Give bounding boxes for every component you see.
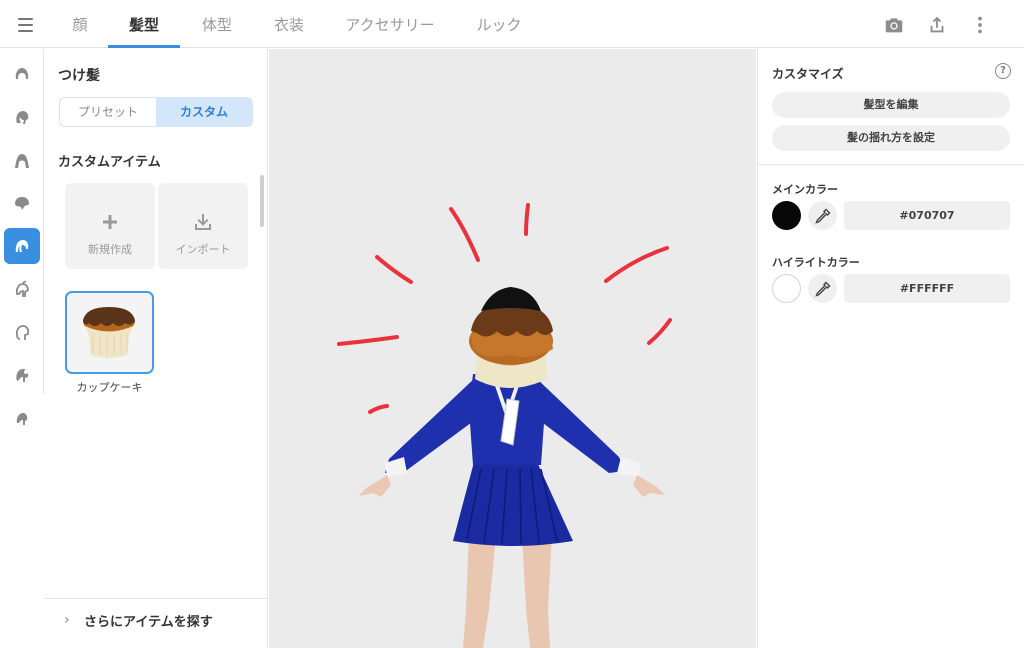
main-color-swatch[interactable] xyxy=(772,201,801,230)
highlight-color-eyedropper-icon[interactable] xyxy=(808,274,837,303)
tab-outfit[interactable]: 衣装 xyxy=(266,0,312,48)
plus-icon xyxy=(103,215,117,229)
hair-accessory-icon[interactable] xyxy=(4,357,40,393)
section-title: カスタムアイテム xyxy=(58,155,161,170)
hair-front-icon[interactable] xyxy=(4,56,40,92)
help-icon[interactable]: ? xyxy=(995,63,1011,79)
main-color-eyedropper-icon[interactable] xyxy=(808,201,837,230)
more-vertical-icon[interactable] xyxy=(969,14,991,36)
highlight-color-hex[interactable]: #FFFFFF xyxy=(844,274,1010,303)
edit-hairstyle-button[interactable]: 髪型を編集 xyxy=(772,92,1010,118)
new-item-button[interactable]: 新規作成 xyxy=(65,183,155,269)
highlight-color-label: ハイライトカラー xyxy=(772,256,860,269)
category-icon-bar xyxy=(0,49,44,425)
top-bar: 顔 髪型 体型 衣装 アクセサリー ルック xyxy=(0,0,1024,48)
divider xyxy=(758,164,1024,165)
cupcake-item-label: カップケーキ xyxy=(76,381,143,394)
scrollbar-thumb[interactable] xyxy=(260,175,264,227)
tab-hairstyle[interactable]: 髪型 xyxy=(108,0,180,48)
download-icon xyxy=(195,214,211,230)
hair-extension-icon[interactable] xyxy=(4,228,40,264)
main-color-label: メインカラー xyxy=(772,183,838,196)
cupcake-image xyxy=(83,307,135,358)
tab-look[interactable]: ルック xyxy=(470,0,528,48)
main-color-hex[interactable]: #070707 xyxy=(844,201,1010,230)
hair-long-icon[interactable] xyxy=(4,142,40,178)
find-more-items-button[interactable]: › さらにアイテムを探す xyxy=(44,598,268,648)
avatar-preview xyxy=(337,203,672,648)
avatar-viewport[interactable] xyxy=(269,49,756,648)
share-icon[interactable] xyxy=(926,14,948,36)
hair-side-icon[interactable] xyxy=(4,99,40,135)
customize-panel: カスタマイズ ? 髪型を編集 髪の揺れ方を設定 メインカラー #070707 ハ… xyxy=(757,49,1024,648)
import-label: インポート xyxy=(175,243,231,256)
cupcake-item-thumbnail[interactable] xyxy=(65,291,154,374)
find-more-label: さらにアイテムを探す xyxy=(84,615,213,630)
preset-custom-toggle: プリセット カスタム xyxy=(59,97,253,127)
hair-back-icon[interactable] xyxy=(4,185,40,221)
import-button[interactable]: インポート xyxy=(158,183,248,269)
customize-title: カスタマイズ xyxy=(772,67,844,81)
tab-accessory[interactable]: アクセサリー xyxy=(340,0,440,48)
hair-other-icon[interactable] xyxy=(4,400,40,436)
tab-face[interactable]: 顔 xyxy=(60,0,100,48)
segment-custom[interactable]: カスタム xyxy=(156,98,252,126)
hair-sway-settings-button[interactable]: 髪の揺れ方を設定 xyxy=(772,125,1010,151)
new-item-label: 新規作成 xyxy=(88,243,132,256)
sideburn-icon[interactable] xyxy=(4,314,40,350)
chevron-right-icon: › xyxy=(64,612,70,628)
ahoge-icon[interactable] xyxy=(4,271,40,307)
highlight-color-swatch[interactable] xyxy=(772,274,801,303)
tab-body[interactable]: 体型 xyxy=(194,0,240,48)
menu-icon[interactable] xyxy=(10,12,40,38)
panel-title: つけ髪 xyxy=(58,68,100,84)
left-panel: つけ髪 プリセット カスタム カスタムアイテム 新規作成 インポート カップケー… xyxy=(44,49,268,648)
segment-preset[interactable]: プリセット xyxy=(60,98,156,126)
camera-icon[interactable] xyxy=(883,14,905,36)
